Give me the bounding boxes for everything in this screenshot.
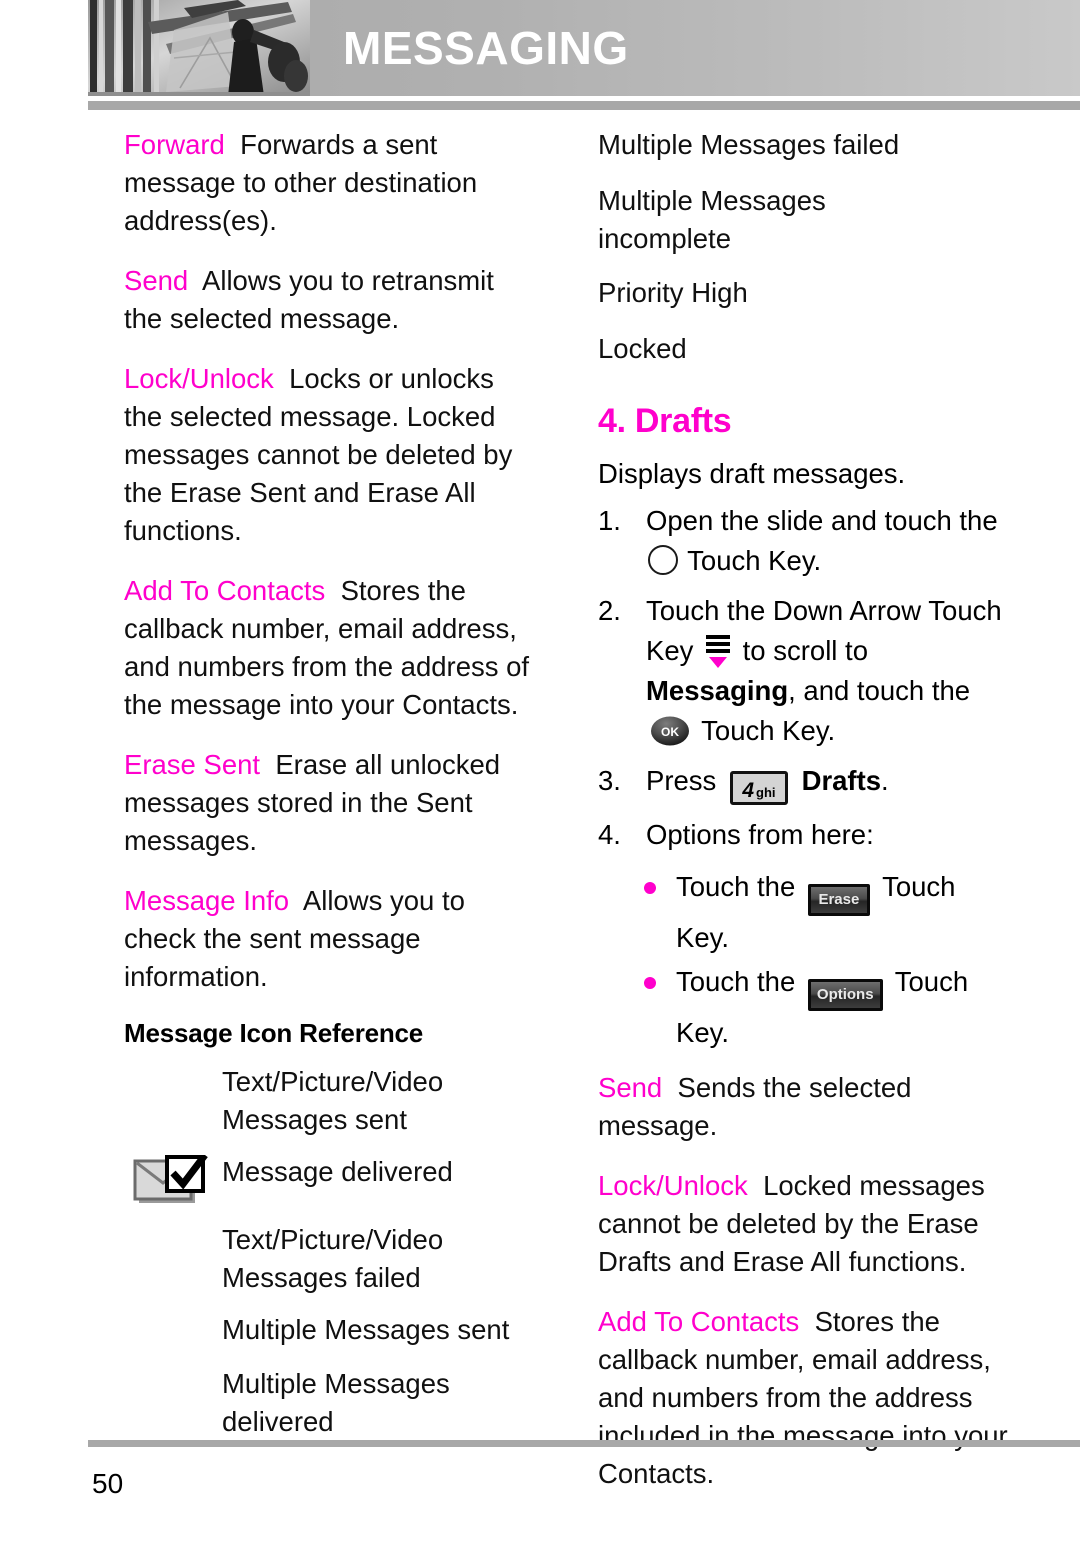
step-text: Options from here: [646,819,874,850]
icon-reference-label: Multiple Messages failed [598,129,900,160]
bullet-text-pre: Touch the [676,966,796,997]
multiple-messages-delivered-icon [124,1365,222,1367]
definition-message-info: Message Info Allows you to check the sen… [124,882,534,996]
definition-erase-sent: Erase Sent Erase all unlocked messages s… [124,746,534,860]
step-item: 4. Options from here: [598,815,1010,855]
icon-reference-row: Multiple Messages sent [124,1311,534,1351]
step-number: 3. [598,765,621,796]
step-text-cont: Touch Key. [687,545,822,576]
icon-reference-row: Message delivered [124,1153,534,1207]
icon-reference-label: Text/Picture/Video Messages sent [222,1066,444,1135]
bullet-text-pre: Touch the [676,871,796,902]
term-lock-unlock-right: Lock/Unlock [598,1170,748,1201]
right-column: Multiple Messages failed Multiple Messag… [598,126,1010,1515]
step-text-cont3: Touch Key. [701,715,836,746]
term-message-info: Message Info [124,885,290,916]
icon-reference-row: Multiple Messages failed [598,126,1010,166]
step-period: . [881,765,889,796]
step-text: Press [646,765,717,796]
icon-reference-label: Message delivered [222,1156,453,1187]
step-emphasis-messaging: Messaging [646,675,789,706]
section-heading-drafts: 4. Drafts [598,402,732,440]
step-text-cont: to scroll to [742,635,868,666]
bullet-item-options: Touch the Options Touch Key. [644,960,1010,1055]
svg-text:OK: OK [661,725,679,739]
header-divider [88,101,1080,110]
icon-reference-label: Locked [598,333,687,364]
icon-reference-label: Multiple Messages delivered [222,1368,450,1437]
numeric-key-4ghi-icon[interactable]: 4 ghi [729,771,788,805]
definition-forward: Forward Forwards a sent message to other… [124,126,534,240]
erase-touch-key-button[interactable]: Erase [807,884,870,916]
step-item: 1. Open the slide and touch the Touch Ke… [598,501,1010,581]
term-send-right: Send [598,1072,663,1103]
definition-add-to-contacts: Add To Contacts Stores the callback numb… [124,572,534,724]
drafts-steps-list: 1. Open the slide and touch the Touch Ke… [598,501,1010,855]
circle-touch-key-icon[interactable] [648,545,678,575]
term-add-to-contacts-right: Add To Contacts [598,1306,800,1337]
icon-reference-label: Priority High [598,277,748,308]
step-text: Open the slide and touch the [646,505,998,536]
term-lock-unlock: Lock/Unlock [124,363,274,394]
step-emphasis-drafts: Drafts [801,765,882,796]
icon-reference-label: Text/Picture/Video Messages failed [222,1224,444,1293]
step-number: 4. [598,819,621,850]
options-touch-key-button[interactable]: Options [807,979,883,1011]
step-item: 3. Press 4 ghi Drafts. [598,761,1010,805]
term-forward: Forward [124,129,225,160]
down-arrow-touch-key-icon[interactable] [704,634,732,668]
icon-reference-row: Multiple Messages delivered [124,1365,534,1441]
step-number: 2. [598,595,621,626]
term-erase-sent: Erase Sent [124,749,261,780]
term-add-to-contacts: Add To Contacts [124,575,326,606]
definition-lock-unlock-right: Lock/Unlock Locked messages cannot be de… [598,1167,1010,1281]
definition-add-to-contacts-right: Add To Contacts Stores the callback numb… [598,1303,1010,1493]
step-item: 2. Touch the Down Arrow Touch Key to scr… [598,591,1010,751]
ok-touch-key-icon[interactable]: OK [650,716,690,746]
definition-lock-unlock: Lock/Unlock Locks or unlocks the selecte… [124,360,534,550]
definition-send: Send Allows you to retransmit the select… [124,262,534,338]
message-sent-icon [124,1063,222,1065]
icon-reference-heading: Message Icon Reference [124,1018,424,1048]
header-photo [88,0,310,96]
key-digit: 4 [742,779,755,802]
bullet-item-erase: Touch the Erase Touch Key. [644,865,1010,960]
envelope-check-icon [124,1153,222,1207]
page-number: 50 [92,1468,124,1499]
page-title: MESSAGING [343,22,629,74]
options-bullet-list: Touch the Erase Touch Key. Touch the Opt… [598,865,1010,1055]
step-number: 1. [598,505,621,536]
footer-divider [88,1440,1080,1447]
section-lead-text: Displays draft messages. [598,458,906,489]
icon-reference-row: Text/Picture/Video Messages failed [124,1221,534,1297]
icon-reference-row: Multiple Messages incomplete [598,182,1010,258]
page-header: MESSAGING [88,0,1080,96]
left-column: Forward Forwards a sent message to other… [124,126,534,1455]
definition-send-right: Send Sends the selected message. [598,1069,1010,1145]
step-text-cont2: , and touch the [788,675,971,706]
term-send: Send [124,265,189,296]
message-failed-icon [124,1221,222,1223]
icon-reference-label: Multiple Messages sent [222,1314,510,1345]
icon-reference-row: Locked [598,330,1010,370]
multiple-messages-sent-icon [124,1311,222,1313]
key-letters: ghi [756,785,776,800]
icon-reference-label: Multiple Messages incomplete [598,185,826,254]
icon-reference-row: Priority High [598,274,1010,314]
icon-reference-row: Text/Picture/Video Messages sent [124,1063,534,1139]
